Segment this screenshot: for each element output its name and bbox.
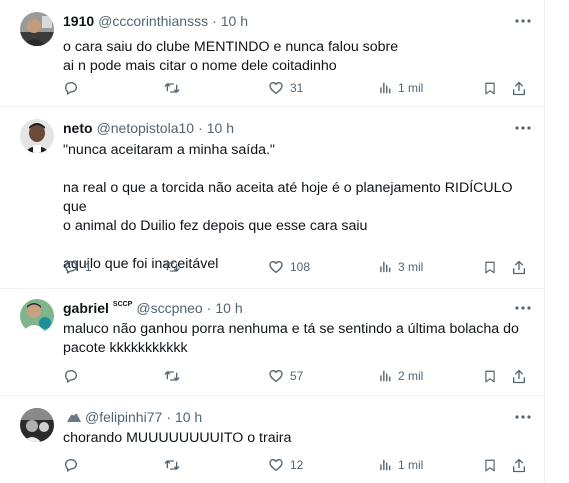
share-button[interactable] — [511, 455, 527, 475]
like-count: 12 — [290, 458, 304, 472]
avatar[interactable] — [20, 299, 54, 333]
tweet-actions: 12 1 mil — [63, 455, 533, 475]
share-icon — [513, 81, 525, 95]
views-icon — [380, 459, 391, 471]
share-icon — [513, 260, 525, 274]
views-icon — [380, 370, 391, 382]
share-button[interactable] — [511, 366, 527, 386]
mountain-emoji-icon — [67, 409, 81, 425]
like-count: 31 — [290, 81, 304, 95]
retweet-icon — [164, 262, 180, 272]
bookmark-button[interactable] — [483, 78, 497, 98]
bookmark-icon — [485, 261, 495, 273]
retweet-button[interactable] — [163, 257, 187, 277]
share-icon — [513, 369, 525, 383]
tweet[interactable]: @felipinhi77 · 10 h chorando MUUUUUUUUIT… — [0, 396, 545, 483]
display-name[interactable]: neto — [63, 120, 93, 136]
tweet-text: chorando MUUUUUUUUITO o traira — [63, 430, 292, 446]
share-icon — [513, 458, 525, 472]
retweet-button[interactable] — [163, 455, 187, 475]
sccp-badge: SCCP — [112, 300, 133, 308]
user-handle[interactable]: @sccpneo — [136, 300, 202, 316]
user-handle[interactable]: @felipinhi77 — [85, 409, 162, 425]
retweet-icon — [164, 83, 180, 93]
tweet-header: @felipinhi77 · 10 h — [63, 408, 533, 426]
reply-icon — [65, 82, 77, 95]
tweet-text: o cara saiu do clube MENTINDO e nunca fa… — [63, 39, 399, 74]
timestamp[interactable]: 10 h — [215, 300, 242, 316]
views-icon — [380, 82, 391, 94]
more-icon[interactable] — [513, 12, 533, 30]
retweet-button[interactable] — [163, 78, 187, 98]
separator-dot: · — [166, 409, 171, 425]
display-name[interactable]: 1910 — [63, 13, 94, 29]
retweet-icon — [164, 460, 180, 470]
heart-icon — [269, 261, 283, 273]
bookmark-icon — [485, 370, 495, 382]
reply-icon — [65, 370, 77, 383]
like-count: 108 — [290, 260, 311, 274]
display-name[interactable]: gabriel — [63, 300, 109, 316]
retweet-icon — [164, 371, 180, 381]
share-button[interactable] — [511, 78, 527, 98]
views-icon — [380, 261, 391, 273]
views-count: 1 mil — [398, 81, 424, 95]
reply-button[interactable] — [63, 366, 85, 386]
tweet-header: 1910 @cccorinthiansss · 10 h — [63, 12, 533, 30]
heart-icon — [269, 370, 283, 382]
separator-dot: · — [206, 300, 212, 316]
avatar[interactable] — [20, 119, 54, 153]
views-button[interactable]: 1 mil — [378, 455, 423, 475]
replies-feed: 1910 @cccorinthiansss · 10 h o cara saiu… — [0, 0, 545, 483]
tweet[interactable]: 1910 @cccorinthiansss · 10 h o cara saiu… — [0, 0, 545, 107]
avatar[interactable] — [20, 408, 54, 442]
heart-icon — [269, 459, 283, 471]
share-button[interactable] — [511, 257, 527, 277]
more-icon[interactable] — [513, 299, 533, 317]
tweet-text: maluco não ganhou porra nenhuma e tá se … — [63, 321, 519, 356]
like-button[interactable]: 12 — [268, 455, 303, 475]
more-icon[interactable] — [513, 119, 533, 137]
like-button[interactable]: 31 — [268, 78, 303, 98]
tweet-header: gabriel SCCP @sccpneo · 10 h — [63, 299, 533, 317]
views-count: 3 mil — [398, 260, 424, 274]
user-handle[interactable]: @netopistola10 — [97, 120, 195, 136]
views-count: 2 mil — [398, 369, 424, 383]
tweet-actions: 31 1 mil — [63, 78, 533, 98]
tweet-actions: 57 2 mil — [63, 366, 533, 386]
reply-button[interactable]: 1 — [63, 257, 92, 277]
timestamp[interactable]: 10 h — [175, 409, 202, 425]
separator-dot: · — [198, 120, 203, 136]
more-icon[interactable] — [513, 408, 533, 426]
bookmark-icon — [485, 459, 495, 471]
bookmark-button[interactable] — [483, 366, 497, 386]
timestamp[interactable]: 10 h — [207, 120, 234, 136]
reply-button[interactable] — [63, 455, 85, 475]
tweet[interactable]: gabriel SCCP @sccpneo · 10 h maluco não … — [0, 289, 545, 396]
retweet-button[interactable] — [163, 366, 187, 386]
reply-count: 1 — [85, 260, 92, 274]
reply-icon — [65, 261, 77, 274]
like-button[interactable]: 108 — [268, 257, 310, 277]
separator-dot: · — [212, 13, 217, 29]
user-handle[interactable]: @cccorinthiansss — [98, 13, 208, 29]
views-count: 1 mil — [398, 458, 424, 472]
avatar[interactable] — [20, 12, 54, 46]
like-count: 57 — [290, 369, 304, 383]
reply-button[interactable] — [63, 78, 85, 98]
tweet-header: neto @netopistola10 · 10 h — [63, 119, 533, 137]
timestamp[interactable]: 10 h — [221, 13, 248, 29]
tweet-text: "nunca aceitaram a minha saída." na real… — [63, 142, 513, 272]
tweet-actions: 1 108 3 mil — [63, 257, 533, 277]
views-button[interactable]: 1 mil — [378, 78, 423, 98]
bookmark-icon — [485, 82, 495, 94]
tweet[interactable]: neto @netopistola10 · 10 h "nunca aceita… — [0, 107, 545, 289]
like-button[interactable]: 57 — [268, 366, 303, 386]
reply-icon — [65, 459, 77, 472]
views-button[interactable]: 3 mil — [378, 257, 423, 277]
heart-icon — [269, 82, 283, 94]
bookmark-button[interactable] — [483, 257, 497, 277]
views-button[interactable]: 2 mil — [378, 366, 423, 386]
bookmark-button[interactable] — [483, 455, 497, 475]
